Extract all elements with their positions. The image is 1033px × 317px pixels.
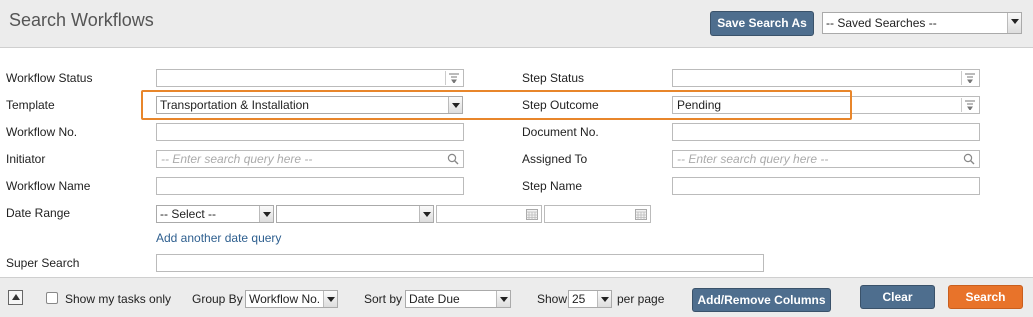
workflow-status-combo[interactable] xyxy=(156,69,464,87)
search-button[interactable]: Search xyxy=(948,285,1023,309)
super-search-input[interactable] xyxy=(156,254,764,272)
initiator-label: Initiator xyxy=(6,152,46,166)
step-status-label: Step Status xyxy=(522,71,585,85)
group-by-select[interactable]: Workflow No. xyxy=(245,290,338,308)
dropdown-arrow-icon xyxy=(448,97,462,113)
group-by-value: Workflow No. xyxy=(249,292,321,306)
group-by-label: Group By xyxy=(192,292,243,306)
step-outcome-value: Pending xyxy=(677,98,722,112)
super-search-label: Super Search xyxy=(6,256,80,270)
initiator-search-input[interactable]: -- Enter search query here -- xyxy=(156,150,464,168)
dropdown-arrow-icon xyxy=(323,291,337,307)
assigned-to-label: Assigned To xyxy=(522,152,588,166)
collapse-up-icon[interactable] xyxy=(8,290,23,305)
date-from-input[interactable] xyxy=(436,205,542,223)
workflow-no-input[interactable] xyxy=(156,123,464,141)
show-my-tasks-label: Show my tasks only xyxy=(65,292,172,306)
combo-filter-icon[interactable] xyxy=(961,98,977,112)
initiator-placeholder: -- Enter search query here -- xyxy=(161,152,313,166)
step-outcome-label: Step Outcome xyxy=(522,98,599,112)
dropdown-arrow-icon xyxy=(597,291,611,307)
dropdown-arrow-icon xyxy=(259,206,273,222)
add-date-query-link[interactable]: Add another date query xyxy=(156,231,281,245)
workflow-name-label: Workflow Name xyxy=(6,179,91,193)
document-no-input[interactable] xyxy=(672,123,980,141)
page-title: Search Workflows xyxy=(9,10,154,30)
step-name-input[interactable] xyxy=(672,177,980,195)
magnifier-icon[interactable] xyxy=(447,153,459,169)
date-range-type-value: -- Select -- xyxy=(160,207,217,221)
step-outcome-combo[interactable]: Pending xyxy=(672,96,980,114)
workflow-no-label: Workflow No. xyxy=(6,125,78,139)
assigned-to-search-input[interactable]: -- Enter search query here -- xyxy=(672,150,980,168)
dropdown-arrow-icon xyxy=(1007,13,1021,33)
step-name-label: Step Name xyxy=(522,179,583,193)
template-select[interactable]: Transportation & Installation xyxy=(156,96,463,114)
calendar-icon[interactable] xyxy=(526,208,538,224)
page-size-select[interactable]: 25 xyxy=(568,290,612,308)
saved-searches-value: -- Saved Searches -- xyxy=(826,16,937,30)
add-remove-columns-button[interactable]: Add/Remove Columns xyxy=(692,288,831,312)
combo-filter-icon[interactable] xyxy=(445,71,461,85)
date-range-operator-select[interactable] xyxy=(276,205,434,223)
step-status-combo[interactable] xyxy=(672,69,980,87)
calendar-icon[interactable] xyxy=(635,208,647,224)
show-label: Show xyxy=(537,292,568,306)
dropdown-arrow-icon xyxy=(496,291,510,307)
saved-searches-select[interactable]: -- Saved Searches -- xyxy=(822,12,1022,34)
sort-by-value: Date Due xyxy=(409,292,460,306)
per-page-label: per page xyxy=(617,292,665,306)
sort-by-label: Sort by xyxy=(364,292,403,306)
sort-by-select[interactable]: Date Due xyxy=(405,290,511,308)
assigned-to-placeholder: -- Enter search query here -- xyxy=(677,152,829,166)
save-search-as-button[interactable]: Save Search As xyxy=(710,11,814,36)
document-no-label: Document No. xyxy=(522,125,599,139)
search-footer: Show my tasks only Group By Workflow No.… xyxy=(0,277,1033,317)
date-range-label: Date Range xyxy=(6,206,71,220)
template-value: Transportation & Installation xyxy=(160,98,309,112)
date-range-type-select[interactable]: -- Select -- xyxy=(156,205,274,223)
clear-button[interactable]: Clear xyxy=(860,285,935,309)
page-header: Search Workflows Save Search As -- Saved… xyxy=(0,0,1033,48)
show-my-tasks-checkbox[interactable] xyxy=(46,292,58,304)
workflow-name-input[interactable] xyxy=(156,177,464,195)
template-label: Template xyxy=(6,98,55,112)
magnifier-icon[interactable] xyxy=(963,153,975,169)
workflow-status-label: Workflow Status xyxy=(6,71,93,85)
page-size-value: 25 xyxy=(572,292,586,306)
dropdown-arrow-icon xyxy=(419,206,433,222)
date-to-input[interactable] xyxy=(544,205,651,223)
combo-filter-icon[interactable] xyxy=(961,71,977,85)
